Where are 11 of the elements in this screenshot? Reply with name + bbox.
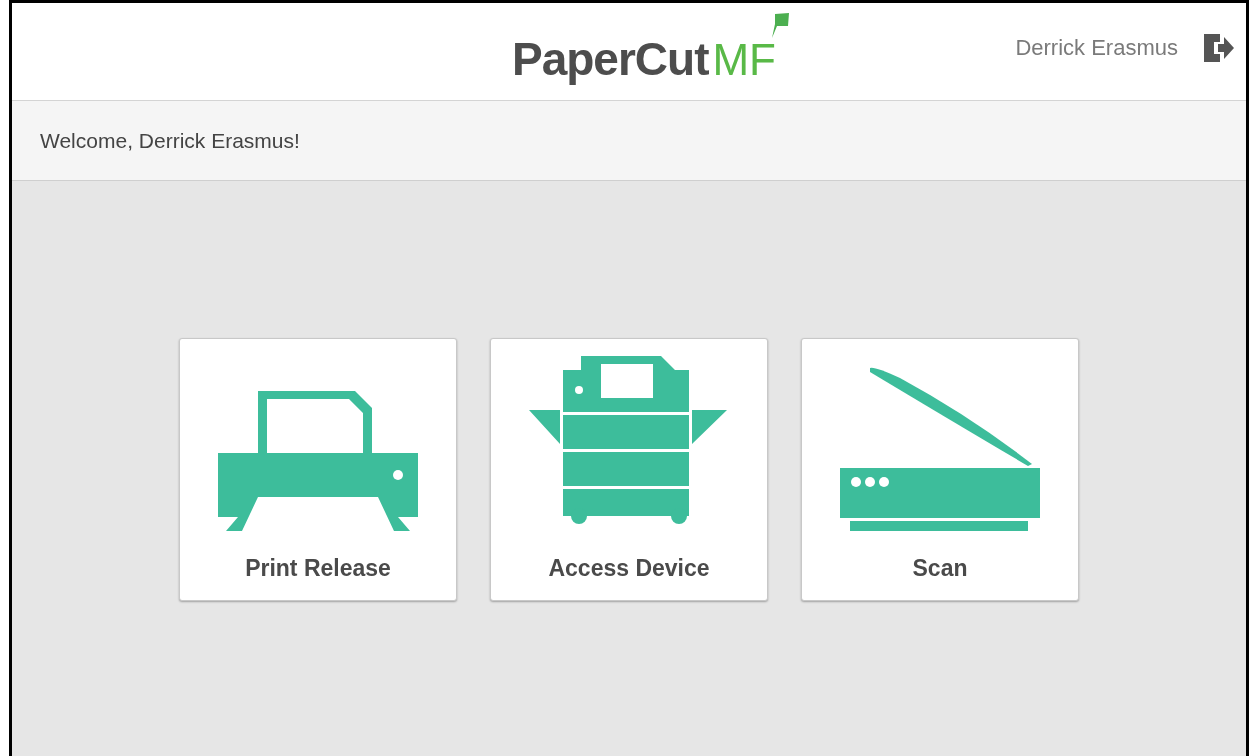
scanner-icon — [840, 366, 1040, 531]
tile-button[interactable]: Print Release — [179, 338, 457, 601]
logout-icon[interactable] — [1204, 33, 1234, 62]
tile-button[interactable]: Access Device — [490, 338, 768, 601]
welcome-text: Welcome, Derrick Erasmus! — [40, 128, 300, 153]
logo-suffix: MF — [712, 34, 776, 85]
tile-button[interactable]: Scan — [801, 338, 1079, 601]
leaf-icon — [770, 11, 790, 38]
printer-icon — [218, 391, 418, 531]
user-name: Derrick Erasmus — [1015, 34, 1178, 61]
logo-text: PaperCut — [512, 31, 709, 86]
